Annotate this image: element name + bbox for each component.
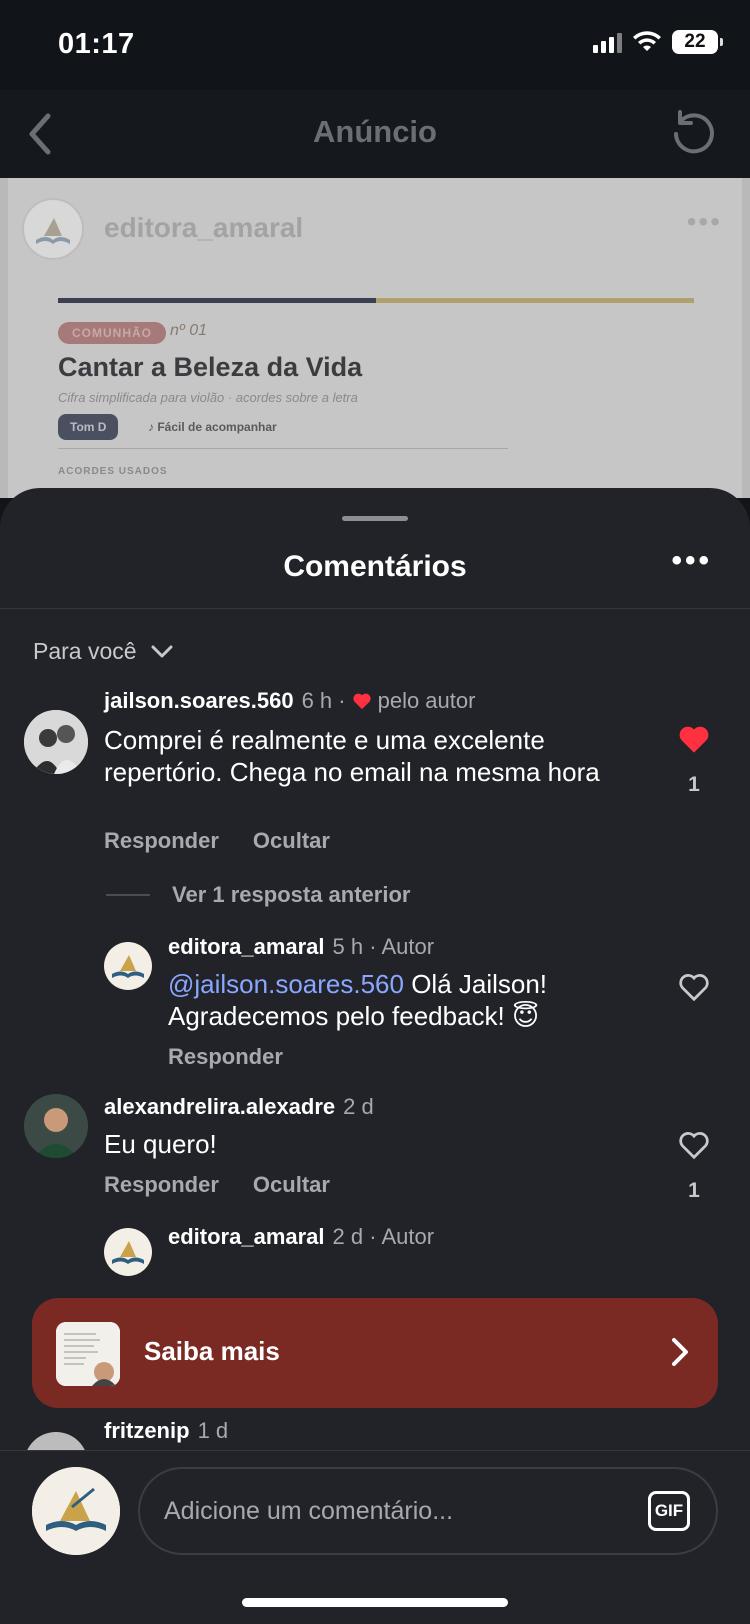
avatar[interactable]	[104, 942, 152, 990]
comment-input[interactable]: Adicione um comentário... GIF	[138, 1467, 718, 1555]
learn-more-button[interactable]: Saiba mais	[32, 1298, 718, 1408]
comment-actions: Responder Ocultar	[104, 1172, 330, 1198]
sort-filter-dropdown[interactable]: Para você	[33, 638, 173, 665]
ad-preview: editora_amaral ••• COMUNHÃO nº 01 Cantar…	[0, 178, 750, 498]
comment-time: 2 d	[343, 1094, 374, 1119]
cellular-signal-icon	[593, 31, 622, 53]
ad-username: editora_amaral	[104, 212, 304, 243]
ad-avatar	[22, 198, 84, 260]
learn-more-label: Saiba mais	[144, 1336, 280, 1366]
reply-username[interactable]: editora_amaral	[168, 1224, 325, 1250]
gif-button[interactable]: GIF	[648, 1491, 690, 1531]
reply-meta: editora_amaral 5 h · Autor	[168, 934, 434, 960]
comment-meta: fritzenip 1 d	[104, 1418, 228, 1444]
user-photo-icon	[24, 1094, 88, 1158]
like-control: 1	[674, 724, 714, 797]
reply-actions: Responder	[168, 1044, 283, 1070]
comment-time: 6 h ·	[301, 688, 346, 713]
avatar[interactable]	[24, 710, 88, 774]
reply-text: @jailson.soares.560 Olá Jailson! Agradec…	[168, 968, 628, 1032]
ad-subtitle: Cifra simplificada para violão · acordes…	[58, 390, 358, 405]
reply-button[interactable]: Responder	[168, 1044, 283, 1070]
sort-filter-label: Para você	[33, 638, 137, 664]
comment-actions: Responder Ocultar	[104, 828, 330, 854]
heart-filled-icon[interactable]	[677, 724, 711, 754]
view-replies-button[interactable]: Ver 1 resposta anterior	[106, 882, 410, 908]
page-title: Anúncio	[313, 114, 437, 149]
ad-number: nº 01	[170, 322, 207, 339]
book-logo-icon	[112, 1241, 144, 1264]
home-indicator[interactable]	[242, 1598, 508, 1607]
reply-time: 5 h · Autor	[332, 934, 435, 959]
book-logo-icon	[36, 218, 70, 244]
sheet-title: Comentários	[283, 550, 467, 583]
comment-text: Eu quero!	[104, 1129, 217, 1159]
comment-username[interactable]: jailson.soares.560	[104, 688, 294, 714]
ad-heading: Cantar a Beleza da Vida	[58, 352, 363, 382]
status-bar: 01:17 22	[0, 0, 750, 90]
reply-username[interactable]: editora_amaral	[168, 934, 325, 960]
reply-button[interactable]: Responder	[104, 1172, 219, 1198]
comment-username[interactable]: fritzenip	[104, 1418, 190, 1444]
battery-indicator: 22	[672, 30, 723, 54]
mention-link[interactable]: @jailson.soares.560	[168, 969, 404, 999]
book-logo-icon	[112, 955, 144, 978]
comment-input-placeholder: Adicione um comentário...	[164, 1497, 454, 1525]
chevron-right-icon	[672, 1338, 688, 1366]
liked-by-author: pelo autor	[377, 688, 476, 713]
wifi-icon	[633, 31, 661, 51]
status-time: 01:17	[58, 28, 135, 60]
like-count: 1	[688, 1179, 700, 1202]
divider	[0, 608, 750, 609]
hide-button[interactable]: Ocultar	[253, 828, 330, 854]
current-user-avatar	[32, 1467, 120, 1555]
refresh-icon[interactable]	[668, 108, 720, 160]
sheet-grabber[interactable]	[342, 516, 408, 521]
reply-meta: editora_amaral 2 d · Autor	[168, 1224, 434, 1250]
ad-more-icon[interactable]: •••	[687, 206, 722, 238]
ad-color-bar	[58, 298, 694, 303]
ad-thumbnail	[56, 1322, 120, 1386]
avatar[interactable]	[24, 1094, 88, 1158]
heart-outline-icon[interactable]	[677, 972, 711, 1002]
book-logo-icon	[32, 1467, 120, 1555]
ad-chords-label: ACORDES USADOS	[58, 466, 168, 477]
more-options-icon[interactable]: •••	[671, 544, 712, 578]
ad-easy-label: ♪ Fácil de acompanhar	[148, 420, 277, 434]
chevron-down-icon	[151, 645, 173, 657]
comment-time: 1 d	[197, 1418, 229, 1443]
avatar[interactable]	[104, 1228, 152, 1276]
ad-tom-badge: Tom D	[58, 414, 119, 440]
reply-time: 2 d · Autor	[332, 1224, 435, 1249]
heart-outline-icon[interactable]	[677, 1130, 711, 1160]
comment-text: Comprei é realmente e uma excelente repe…	[104, 725, 600, 787]
status-icons: 22	[593, 30, 723, 54]
hide-button[interactable]: Ocultar	[253, 1172, 330, 1198]
ad-badge: COMUNHÃO	[58, 322, 166, 344]
heart-icon	[352, 693, 371, 710]
comment-username[interactable]: alexandrelira.alexadre	[104, 1094, 335, 1120]
top-header: Anúncio	[0, 90, 750, 178]
like-control	[674, 972, 714, 1007]
comment-meta: jailson.soares.560 6 h · pelo autor	[104, 688, 475, 714]
like-control: 1	[674, 1130, 714, 1203]
view-replies-label: Ver 1 resposta anterior	[172, 882, 411, 907]
comment-meta: alexandrelira.alexadre 2 d	[104, 1094, 374, 1120]
ad-divider	[58, 448, 508, 449]
reply-button[interactable]: Responder	[104, 828, 219, 854]
like-count: 1	[688, 773, 700, 796]
user-photo-icon	[24, 710, 88, 774]
